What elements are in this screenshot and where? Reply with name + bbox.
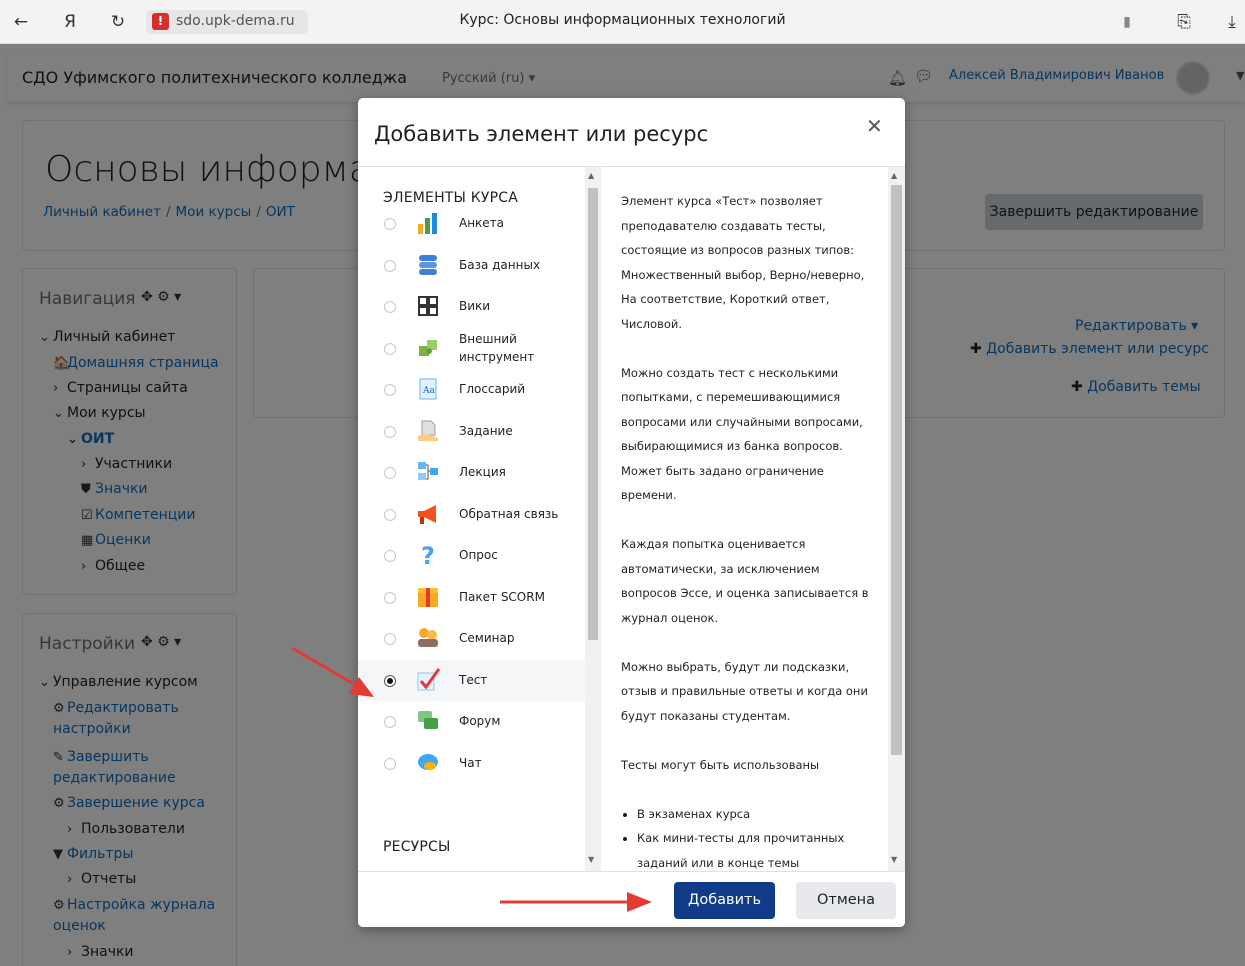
cancel-button[interactable]: Отмена xyxy=(796,882,896,919)
activity-option[interactable]: ? Опрос xyxy=(358,535,585,576)
activity-radio[interactable] xyxy=(384,384,396,396)
description-paragraph: Тесты могут быть использованы xyxy=(621,757,820,772)
package-icon xyxy=(415,584,441,610)
activity-radio[interactable] xyxy=(384,592,396,604)
description-scrollbar[interactable]: ▲ ▼ xyxy=(888,167,905,871)
megaphone-icon xyxy=(415,501,441,527)
activity-radio[interactable] xyxy=(384,218,396,230)
modal-title: Добавить элемент или ресурс xyxy=(374,122,709,146)
activity-radio[interactable] xyxy=(384,675,396,687)
activity-label: Семинар xyxy=(459,631,515,645)
activity-radio[interactable] xyxy=(384,758,396,770)
activity-list: ЭЛЕМЕНТЫ КУРСА Анкета База данных Вики Внеш… xyxy=(358,167,585,871)
forum-icon xyxy=(415,708,441,734)
description-paragraph: Каждая попытка оценивается автоматически… xyxy=(621,537,869,625)
description-bullet: Как мини-тесты для прочитанных заданий и… xyxy=(637,826,875,871)
activity-label: Задание xyxy=(459,424,513,438)
activity-option[interactable]: Пакет SCORM xyxy=(358,577,585,618)
chat-icon xyxy=(415,750,441,776)
activity-list-scrollbar[interactable]: ▲ ▼ xyxy=(585,167,601,871)
activity-description: Элемент курса «Тест» позволяет преподава… xyxy=(601,167,888,871)
activity-label: Внешний инструмент xyxy=(459,332,535,364)
add-activity-modal: Добавить элемент или ресурс ✕ ЭЛЕМЕНТЫ К… xyxy=(358,98,905,927)
activity-radio[interactable] xyxy=(384,550,396,562)
activity-option[interactable]: База данных xyxy=(358,245,585,286)
svg-text:?: ? xyxy=(421,542,435,568)
activity-label: Тест xyxy=(459,673,488,687)
download-icon[interactable]: ⤓ xyxy=(1219,9,1245,35)
activity-label: Глоссарий xyxy=(459,382,526,396)
description-paragraph: Элемент курса «Тест» позволяет преподава… xyxy=(621,194,865,331)
question-icon: ? xyxy=(415,542,441,570)
activity-label: Опрос xyxy=(459,548,498,562)
page-title: Курс: Основы информационных технологий xyxy=(459,12,786,28)
close-icon[interactable]: ✕ xyxy=(866,114,883,138)
modal-footer: Добавить Отмена xyxy=(358,871,905,927)
activity-label: Чат xyxy=(459,756,482,770)
workshop-icon xyxy=(415,625,441,651)
activity-radio[interactable] xyxy=(384,343,396,355)
activity-option[interactable]: Форум xyxy=(358,701,585,742)
activity-label: Обратная связь xyxy=(459,507,559,521)
description-list: В экзаменах курсаКак мини-тесты для проч… xyxy=(621,802,875,872)
activity-label: Анкета xyxy=(459,216,505,230)
activity-radio[interactable] xyxy=(384,260,396,272)
activity-radio[interactable] xyxy=(384,467,396,479)
browser-toolbar: ← Я ↻ ! sdo.upk-dema.ru Курс: Основы инф… xyxy=(0,0,1245,44)
database-icon xyxy=(415,252,441,278)
description-paragraph: Можно выбрать, будут ли подсказки, отзыв… xyxy=(621,659,868,723)
activity-radio[interactable] xyxy=(384,301,396,313)
activity-label: Форум xyxy=(459,714,501,728)
activity-option[interactable]: Внешний инструмент xyxy=(358,328,585,369)
glossary-icon: Aa xyxy=(415,376,441,402)
activity-option[interactable]: Обратная связь xyxy=(358,494,585,535)
assignment-icon xyxy=(415,418,441,444)
activity-option[interactable]: Семинар xyxy=(358,618,585,659)
wiki-icon xyxy=(415,293,441,319)
activity-label: Лекция xyxy=(459,465,506,479)
puzzle-icon xyxy=(415,335,441,361)
activity-option[interactable]: Тест xyxy=(358,660,585,701)
activity-label: Вики xyxy=(459,299,491,313)
quiz-check-icon xyxy=(415,667,441,693)
activity-radio[interactable] xyxy=(384,716,396,728)
resources-header: РЕСУРСЫ xyxy=(383,839,451,855)
activity-radio[interactable] xyxy=(384,426,396,438)
activity-radio[interactable] xyxy=(384,509,396,521)
description-paragraph: Можно создать тест с несколькими попытка… xyxy=(621,365,863,503)
bookmark-icon[interactable]: ▮ xyxy=(1114,9,1140,35)
activity-radio[interactable] xyxy=(384,633,396,645)
bar-chart-icon xyxy=(415,210,441,236)
activity-option[interactable]: Aa Глоссарий xyxy=(358,369,585,410)
extensions-icon[interactable]: ⎘ xyxy=(1171,9,1197,35)
activity-option[interactable]: Лекция xyxy=(358,452,585,493)
activity-option[interactable]: Вики xyxy=(358,286,585,327)
activity-option[interactable]: Чат xyxy=(358,743,585,784)
description-bullet: В экзаменах курса xyxy=(637,802,875,827)
lesson-icon xyxy=(415,459,441,485)
activity-option[interactable]: Задание xyxy=(358,411,585,452)
activity-label: База данных xyxy=(459,258,541,272)
svg-text:Aa: Aa xyxy=(422,386,435,396)
activity-option[interactable]: Анкета xyxy=(358,203,585,244)
add-button[interactable]: Добавить xyxy=(674,882,775,919)
activity-label: Пакет SCORM xyxy=(459,590,545,604)
